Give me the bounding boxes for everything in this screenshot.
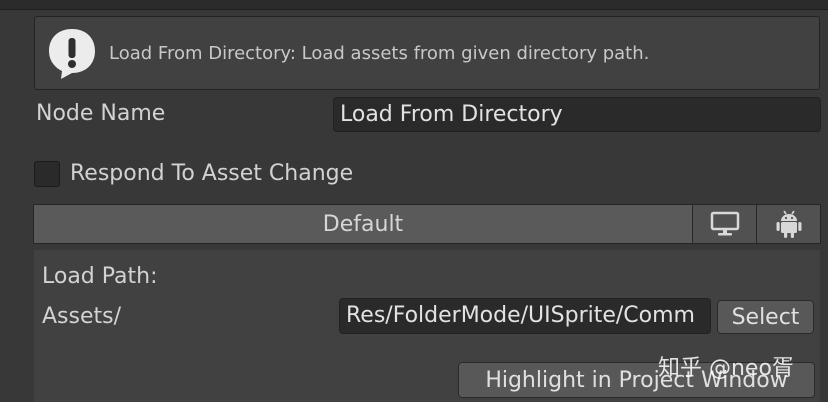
tab-android[interactable] — [757, 205, 820, 243]
node-name-label: Node Name — [36, 101, 166, 126]
android-icon — [776, 210, 801, 238]
watermark: 知乎 @neo胥 — [658, 356, 794, 381]
platform-tabs: Default — [33, 204, 821, 244]
select-button[interactable]: Select — [717, 300, 814, 334]
load-path-field[interactable]: Res/FolderMode/UISprite/Comm — [339, 298, 711, 334]
help-box: Load From Directory: Load assets from gi… — [34, 16, 820, 90]
node-name-field[interactable]: Load From Directory — [333, 97, 821, 132]
assets-prefix-label: Assets/ — [42, 304, 122, 329]
respond-to-asset-change-checkbox[interactable] — [34, 161, 60, 187]
top-bar — [0, 0, 828, 10]
tab-standalone[interactable] — [693, 205, 757, 243]
warning-bubble-icon — [49, 29, 95, 79]
monitor-icon — [710, 211, 739, 236]
load-path-heading: Load Path: — [42, 264, 158, 289]
tab-default[interactable]: Default — [34, 205, 693, 243]
respond-to-asset-change-label: Respond To Asset Change — [70, 161, 354, 186]
help-text: Load From Directory: Load assets from gi… — [109, 43, 650, 64]
